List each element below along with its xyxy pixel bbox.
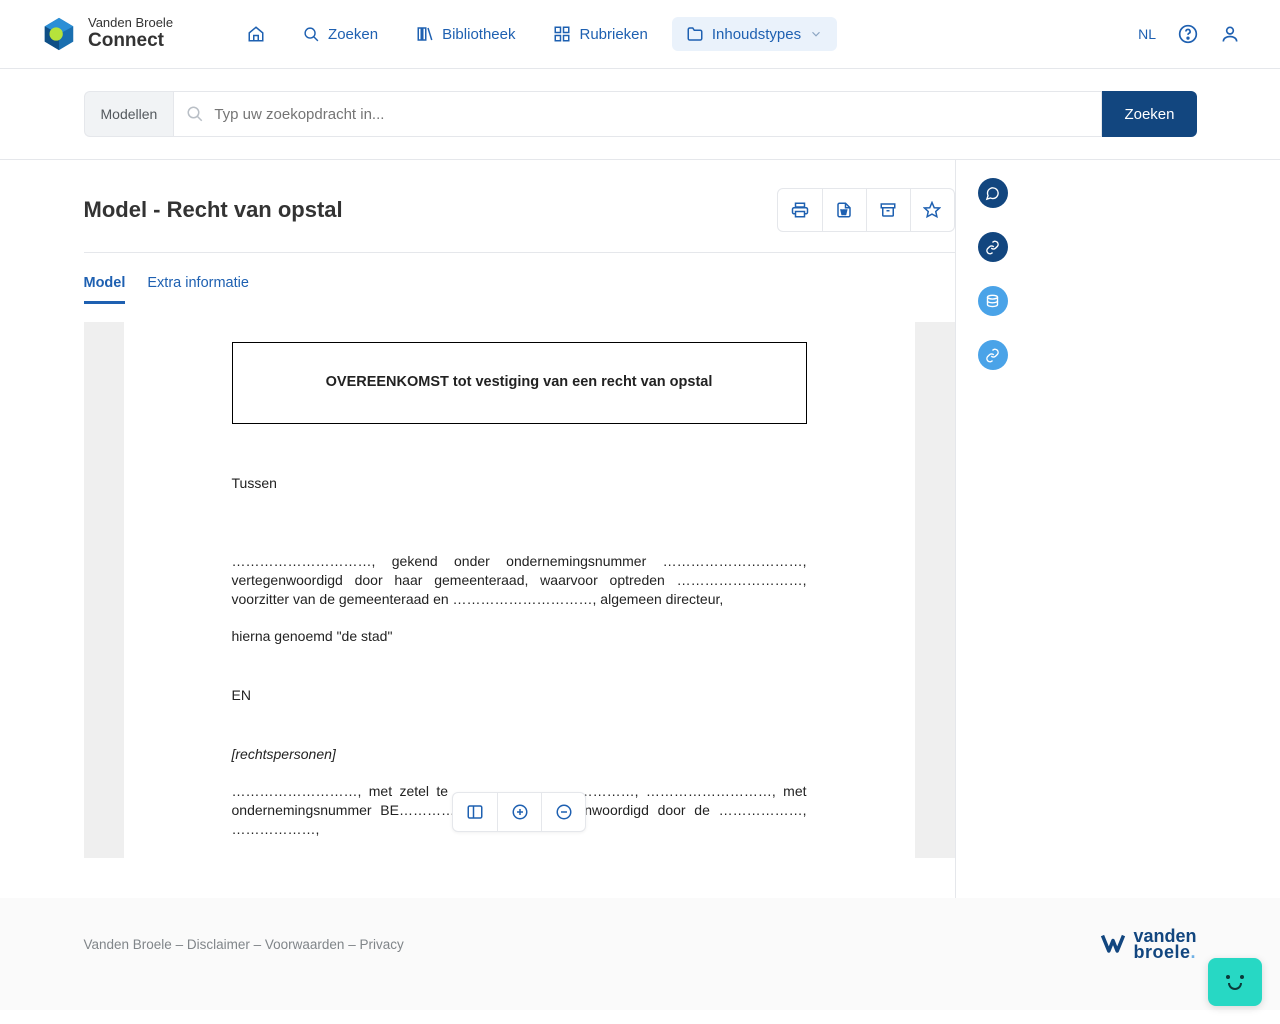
tab-model[interactable]: Model bbox=[84, 275, 126, 304]
svg-text:W: W bbox=[841, 211, 847, 217]
footer-links: Vanden Broele – Disclaimer – Voorwaarden… bbox=[84, 937, 404, 952]
search-input-wrap bbox=[173, 91, 1102, 137]
divider bbox=[84, 252, 955, 253]
chevron-down-icon bbox=[809, 27, 823, 41]
document-viewer: OVEREENKOMST tot vestiging van een recht… bbox=[84, 322, 955, 858]
doc-tussen: Tussen bbox=[232, 474, 807, 493]
panel-icon bbox=[466, 803, 484, 821]
doc-heading: OVEREENKOMST tot vestiging van een recht… bbox=[232, 342, 807, 424]
link-icon bbox=[985, 240, 1000, 255]
nav-bibliotheek-label: Bibliotheek bbox=[442, 26, 515, 43]
footer-voorwaarden[interactable]: Voorwaarden bbox=[265, 937, 345, 952]
document-page: OVEREENKOMST tot vestiging van een recht… bbox=[124, 322, 915, 858]
brand-sub: Connect bbox=[88, 31, 173, 52]
archive-icon bbox=[879, 201, 897, 219]
database-icon bbox=[985, 294, 1000, 309]
nav-right: NL bbox=[1138, 24, 1240, 44]
home-icon bbox=[247, 25, 265, 43]
nav-rubrieken[interactable]: Rubrieken bbox=[539, 17, 661, 51]
right-rail bbox=[955, 160, 1197, 898]
search-icon bbox=[186, 105, 204, 123]
grid-icon bbox=[553, 25, 571, 43]
chat-icon bbox=[985, 186, 1000, 201]
minus-icon bbox=[555, 803, 573, 821]
search-input[interactable] bbox=[214, 92, 1089, 136]
rail-data-button[interactable] bbox=[978, 286, 1008, 316]
logo-icon bbox=[40, 15, 78, 53]
logo[interactable]: Vanden Broele Connect bbox=[40, 15, 173, 53]
footer-privacy[interactable]: Privacy bbox=[359, 937, 403, 952]
word-icon: W bbox=[835, 201, 853, 219]
doc-en: EN bbox=[232, 686, 807, 705]
user-icon[interactable] bbox=[1220, 24, 1240, 44]
word-export-button[interactable]: W bbox=[822, 189, 866, 231]
doc-rp: [rechtspersonen] bbox=[232, 745, 807, 764]
page-title: Model - Recht van opstal bbox=[84, 197, 343, 223]
favorite-button[interactable] bbox=[910, 189, 954, 231]
nav-rubrieken-label: Rubrieken bbox=[579, 26, 647, 43]
zoom-in-button[interactable] bbox=[497, 793, 541, 831]
search-row: Modellen Zoeken bbox=[0, 69, 1280, 160]
nav-links: Zoeken Bibliotheek Rubrieken Inhoudstype… bbox=[233, 17, 837, 51]
nav-inhoudstypes-label: Inhoudstypes bbox=[712, 26, 801, 43]
rail-link2-button[interactable] bbox=[978, 340, 1008, 370]
print-icon bbox=[791, 201, 809, 219]
link-icon bbox=[985, 348, 1000, 363]
doc-p1: …………………………, gekend onder ondernemingsnum… bbox=[232, 552, 807, 609]
search-button[interactable]: Zoeken bbox=[1102, 91, 1196, 137]
chat-widget[interactable] bbox=[1208, 958, 1262, 1006]
chat-face-icon bbox=[1222, 972, 1248, 992]
print-button[interactable] bbox=[778, 189, 822, 231]
tabs: Model Extra informatie bbox=[84, 275, 955, 304]
nav-home[interactable] bbox=[233, 17, 279, 51]
rail-comment-button[interactable] bbox=[978, 178, 1008, 208]
help-icon[interactable] bbox=[1178, 24, 1198, 44]
top-nav: Vanden Broele Connect Zoeken Bibliotheek… bbox=[0, 0, 1280, 69]
search-icon bbox=[303, 26, 320, 43]
nav-zoeken[interactable]: Zoeken bbox=[289, 18, 392, 51]
nav-inhoudstypes[interactable]: Inhoudstypes bbox=[672, 17, 837, 51]
doc-controls bbox=[452, 792, 586, 832]
plus-icon bbox=[511, 803, 529, 821]
zoom-out-button[interactable] bbox=[541, 793, 585, 831]
search-scope[interactable]: Modellen bbox=[84, 91, 174, 137]
doc-p2: hierna genoemd "de stad" bbox=[232, 627, 807, 646]
footer-disclaimer[interactable]: Disclaimer bbox=[187, 937, 250, 952]
page-head: Model - Recht van opstal W bbox=[84, 188, 955, 252]
vb-mark-icon bbox=[1099, 930, 1127, 958]
archive-button[interactable] bbox=[866, 189, 910, 231]
footer-vb[interactable]: Vanden Broele bbox=[84, 937, 172, 952]
footer: Vanden Broele – Disclaimer – Voorwaarden… bbox=[0, 898, 1280, 1010]
lang-switch[interactable]: NL bbox=[1138, 26, 1156, 42]
star-icon bbox=[923, 201, 941, 219]
nav-bibliotheek[interactable]: Bibliotheek bbox=[402, 17, 529, 51]
library-icon bbox=[416, 25, 434, 43]
layout-toggle-button[interactable] bbox=[453, 793, 497, 831]
rail-link-button[interactable] bbox=[978, 232, 1008, 262]
nav-zoeken-label: Zoeken bbox=[328, 26, 378, 43]
footer-logo[interactable]: vandenbroele. bbox=[1099, 928, 1196, 960]
tab-extra[interactable]: Extra informatie bbox=[147, 275, 249, 304]
brand-name: Vanden Broele bbox=[88, 16, 173, 30]
action-bar: W bbox=[777, 188, 955, 232]
folder-icon bbox=[686, 25, 704, 43]
